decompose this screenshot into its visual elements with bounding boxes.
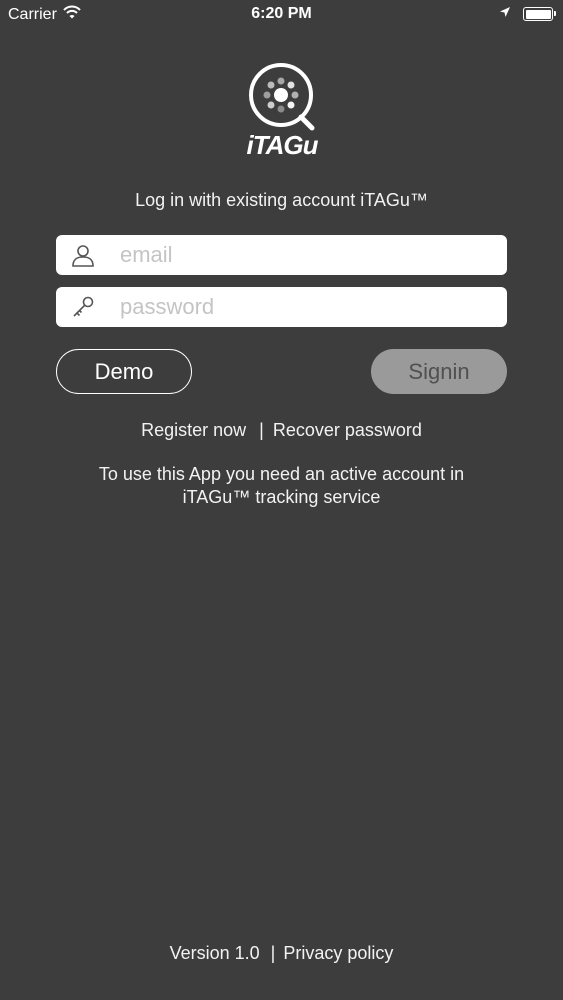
register-link[interactable]: Register now — [141, 420, 246, 440]
location-arrow-icon — [499, 5, 511, 23]
recover-password-link[interactable]: Recover password — [273, 420, 422, 440]
signin-button[interactable]: Signin — [371, 349, 507, 394]
email-field[interactable] — [56, 235, 507, 275]
key-icon — [56, 287, 110, 327]
footer-separator: | — [270, 943, 276, 963]
account-links: Register now | Recover password — [0, 420, 563, 441]
app-logo: iTAGu — [240, 60, 324, 160]
status-time: 6:20 PM — [251, 5, 312, 22]
password-input[interactable] — [110, 294, 500, 320]
links-separator: | — [259, 420, 264, 440]
logo-magnifier-icon — [249, 63, 315, 131]
status-right — [499, 5, 556, 23]
login-heading: Log in with existing account iTAGu™ — [135, 190, 428, 210]
status-bar: Carrier 6:20 PM — [0, 0, 563, 30]
info-text: To use this App you need an active accou… — [60, 463, 503, 509]
privacy-policy-link[interactable]: Privacy policy — [283, 943, 393, 963]
email-input[interactable] — [110, 242, 500, 268]
info-line-2: iTAGu™ tracking service — [182, 487, 381, 507]
version-label: Version 1.0 — [169, 943, 260, 963]
user-icon — [56, 235, 110, 275]
battery-icon — [523, 7, 556, 21]
info-line-1: To use this App you need an active accou… — [98, 464, 465, 484]
footer: Version 1.0 | Privacy policy — [0, 943, 563, 964]
logo-text: iTAGu — [246, 130, 318, 160]
password-field[interactable] — [56, 287, 507, 327]
demo-button[interactable]: Demo — [56, 349, 192, 394]
